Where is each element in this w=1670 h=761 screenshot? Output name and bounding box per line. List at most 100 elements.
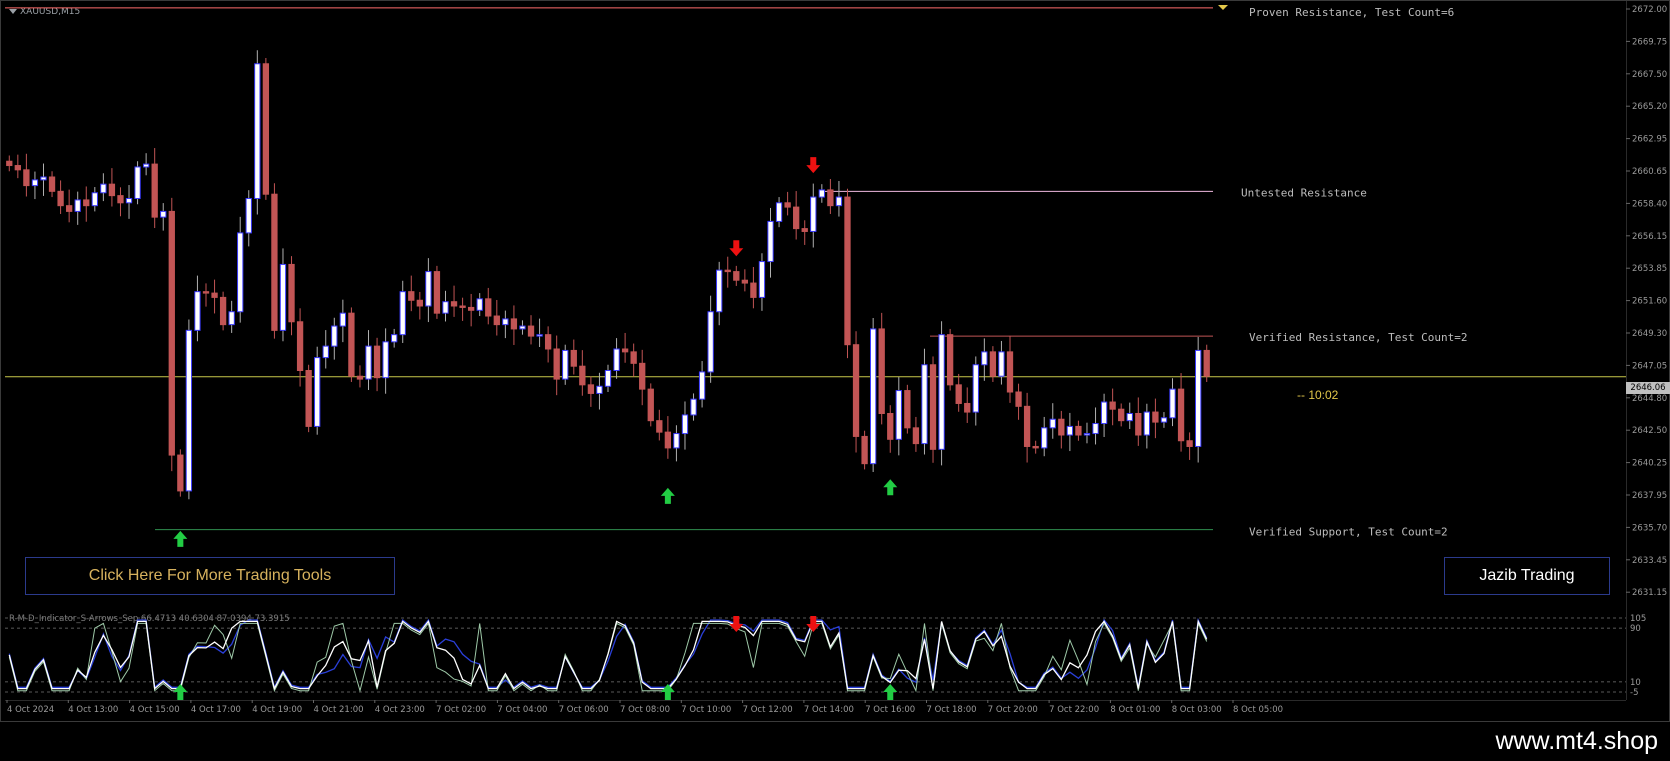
candle <box>1023 392 1031 463</box>
bear-candle-body <box>964 402 971 413</box>
candle <box>690 393 697 421</box>
bear-candle-body <box>946 334 954 386</box>
bull-candle-body <box>835 196 843 207</box>
candle <box>399 280 406 343</box>
candle <box>536 318 543 347</box>
price-tick-label: 2653.85 <box>1632 264 1667 274</box>
bull-candle-body <box>938 334 945 450</box>
bull-candle-body <box>1195 349 1202 447</box>
sell-arrow-shape <box>729 240 744 257</box>
bear-candle-body <box>989 351 997 377</box>
bear-candle-body <box>305 370 312 427</box>
candle <box>861 430 868 470</box>
bear-candle-body <box>296 321 304 371</box>
candle <box>31 171 39 200</box>
bull-candle-body <box>698 371 706 400</box>
bear-candle-body <box>202 291 210 294</box>
bear-candle-body <box>1135 413 1142 436</box>
bear-candle-body <box>878 328 885 414</box>
candle <box>733 265 740 286</box>
candle <box>6 155 13 172</box>
candle <box>579 350 586 396</box>
bull-candle-body <box>895 390 902 440</box>
time-tick-label: 7 Oct 18:00 <box>927 705 977 715</box>
bear-candle-body <box>844 196 851 346</box>
bull-candle-body <box>74 199 81 212</box>
indicator-tick-label: 90 <box>1630 624 1641 634</box>
candle <box>74 191 81 225</box>
candle <box>904 384 911 434</box>
time-tick-label: 8 Oct 05:00 <box>1233 705 1283 715</box>
sell-arrow-icon <box>806 157 821 174</box>
bull-candle-body <box>1126 413 1133 422</box>
period-separator-marker-icon <box>1218 5 1228 10</box>
bull-candle-body <box>758 261 766 298</box>
bull-candle-body <box>185 329 193 492</box>
candle <box>775 197 783 228</box>
bear-candle-body <box>57 190 64 207</box>
bear-candle-body <box>23 169 30 187</box>
bear-candle-body <box>621 348 629 353</box>
bull-candle-body <box>673 433 680 449</box>
more-trading-tools-button[interactable]: Click Here For More Trading Tools <box>25 557 395 595</box>
bull-candle-body <box>314 357 321 427</box>
candle <box>450 285 458 317</box>
time-tick-label: 7 Oct 16:00 <box>865 705 915 715</box>
bear-candle-body <box>48 176 56 192</box>
bear-candle-body <box>852 344 860 437</box>
bull-candle-body <box>365 345 372 380</box>
time-tick-label: 8 Oct 01:00 <box>1110 705 1160 715</box>
candle <box>741 269 749 292</box>
candle <box>185 319 193 500</box>
bull-candle-body <box>596 385 603 394</box>
candle <box>65 189 73 223</box>
buy-arrow-shape <box>173 530 188 547</box>
zone-label: Proven Resistance, Test Count=6 <box>1249 6 1454 19</box>
candle <box>519 320 526 335</box>
bear-candle-body <box>348 312 355 377</box>
time-axis: 4 Oct 2024 4 Oct 13:00 4 Oct 15:00 4 Oct 17… <box>5 700 1626 715</box>
bear-candle-body <box>262 63 270 195</box>
time-tick-label: 7 Oct 10:00 <box>681 705 731 715</box>
candle <box>621 332 629 363</box>
candle <box>100 173 107 202</box>
bear-candle-body <box>912 427 920 445</box>
price-tick-label: 2642.50 <box>1632 426 1667 436</box>
candle <box>1195 336 1202 463</box>
bear-candle-body <box>408 291 415 301</box>
price-chart-panel[interactable]: Proven Resistance, Test Count=6 Untested … <box>5 5 1626 607</box>
candle <box>288 256 295 336</box>
candle <box>1092 407 1099 445</box>
bull-candle-body <box>425 271 432 307</box>
bull-candle-body <box>331 325 338 347</box>
candle <box>467 293 475 327</box>
candle <box>613 338 620 379</box>
candle <box>767 207 774 278</box>
price-tick-label: 2644.80 <box>1632 394 1667 404</box>
candle <box>14 154 21 179</box>
indicator-panel[interactable] <box>5 610 1626 700</box>
candle <box>271 183 278 339</box>
candle <box>1075 420 1082 441</box>
bull-candle-body <box>998 351 1005 377</box>
chart-window[interactable]: XAUUSD,M15 Proven Resistance, Test Count… <box>0 0 1670 722</box>
bear-candle-body <box>647 388 654 422</box>
candle <box>1100 393 1108 438</box>
bear-candle-body <box>1186 440 1193 447</box>
candle <box>998 340 1005 385</box>
price-tick-label: 2660.65 <box>1632 167 1667 177</box>
bull-candle-body <box>767 220 774 263</box>
brand-button[interactable]: Jazib Trading <box>1444 557 1610 595</box>
candle <box>459 297 466 321</box>
time-tick-label: 7 Oct 02:00 <box>436 705 486 715</box>
candle <box>981 338 988 381</box>
candle <box>40 163 47 196</box>
bull-candle-body <box>254 63 261 200</box>
bull-candle-body <box>91 192 98 207</box>
candle <box>827 179 834 214</box>
candle <box>869 318 877 472</box>
bear-candle-body <box>1023 405 1031 447</box>
bull-candle-body <box>279 263 287 331</box>
bull-candle-body <box>31 179 39 187</box>
bull-candle-body <box>1160 417 1168 423</box>
